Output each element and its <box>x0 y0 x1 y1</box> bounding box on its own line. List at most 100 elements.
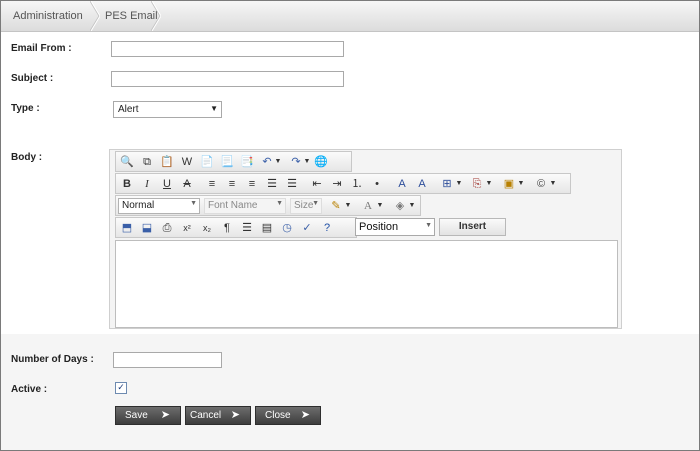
clock-icon[interactable]: ◷ <box>279 220 295 236</box>
editor-toolbar-row-3: Normal ▼ Font Name ▼ Size ▼ ✎ ▼ A ▼ ◈ ▼ <box>115 195 421 216</box>
insert-image-icon[interactable]: ⬒ <box>119 220 135 236</box>
spellcheck-icon[interactable]: ✓ <box>299 220 315 236</box>
chevron-down-icon[interactable]: ▼ <box>455 176 463 192</box>
align-center-icon[interactable]: ≡ <box>224 176 240 192</box>
chevron-down-icon[interactable]: ▼ <box>408 198 416 214</box>
subject-label: Subject : <box>11 73 54 84</box>
insert-object-icon[interactable]: ▣ <box>501 176 517 192</box>
chevron-down-icon: ▼ <box>190 200 197 207</box>
italic-icon[interactable]: I <box>139 176 155 192</box>
breadcrumb: Administration PES Email <box>1 1 699 32</box>
font-name-value: Font Name <box>208 200 258 211</box>
email-from-input[interactable] <box>111 41 344 57</box>
chevron-down-icon[interactable]: ▼ <box>549 176 557 192</box>
type-select-value: Alert <box>118 104 139 115</box>
paste-icon[interactable]: 📋 <box>159 154 175 170</box>
chevron-down-icon[interactable]: ▼ <box>274 154 282 170</box>
paragraph-format-value: Normal <box>122 200 155 211</box>
paste-html-icon[interactable]: 📄 <box>199 154 215 170</box>
editor-toolbar-row-4: ⬒ ⬓ ⎙ x² x₂ ¶ ☰ ▤ ◷ ✓ ? <box>115 217 357 238</box>
hyperlink-icon[interactable]: 🌐 <box>313 154 329 170</box>
rich-text-editor: 🔍 ⧉ 📋 W 📄 📃 📑 ↶ ▼ ↷ ▼ 🌐 B I U A ≡ ≡ ≡ ☰ … <box>109 149 622 329</box>
justify-full-icon[interactable]: ☰ <box>284 176 300 192</box>
highlight-icon[interactable]: ✎ <box>328 198 344 214</box>
cancel-button[interactable]: Cancel ➤ <box>185 406 251 425</box>
chevron-down-icon[interactable]: ▼ <box>485 176 493 192</box>
special-char-icon[interactable]: © <box>533 176 549 192</box>
breadcrumb-item-pes-email[interactable]: PES Email <box>105 1 158 31</box>
insert-button-label: Insert <box>458 221 487 232</box>
table-icon[interactable]: ⊞ <box>439 176 455 192</box>
editor-toolbar-row-1: 🔍 ⧉ 📋 W 📄 📃 📑 ↶ ▼ ↷ ▼ 🌐 <box>115 151 352 172</box>
checkmark-icon: ✓ <box>117 382 125 392</box>
indent-icon[interactable]: ⇥ <box>329 176 345 192</box>
chevron-down-icon[interactable]: ▼ <box>344 198 352 214</box>
number-of-days-label: Number of Days : <box>11 354 94 365</box>
chevron-down-icon: ▼ <box>210 104 218 113</box>
chevron-down-icon: ▼ <box>276 200 283 207</box>
position-select[interactable]: Position ▼ <box>355 218 435 236</box>
find-icon[interactable]: 🔍 <box>119 154 135 170</box>
format-block-icon[interactable]: ¶ <box>219 220 235 236</box>
paste-text-icon[interactable]: 📃 <box>219 154 235 170</box>
chevron-down-icon[interactable]: ▼ <box>376 198 384 214</box>
chevron-down-icon: ▼ <box>425 222 432 229</box>
bullet-list-icon[interactable]: • <box>369 176 385 192</box>
page-break-icon[interactable]: ⎘ <box>469 176 485 192</box>
background-color-icon[interactable]: ◈ <box>392 198 408 214</box>
arrow-right-icon: ➤ <box>160 409 170 421</box>
cancel-button-label: Cancel <box>190 410 222 421</box>
underline-icon[interactable]: U <box>159 176 175 192</box>
strikethrough-icon[interactable]: A <box>179 176 195 192</box>
type-label: Type : <box>11 103 40 114</box>
template-icon[interactable]: ▤ <box>259 220 275 236</box>
paragraph-format-select[interactable]: Normal ▼ <box>118 198 200 214</box>
bold-icon[interactable]: B <box>119 176 135 192</box>
clear-format-icon[interactable]: A <box>414 176 430 192</box>
font-size-select[interactable]: Size ▼ <box>290 198 322 214</box>
active-checkbox[interactable]: ✓ <box>115 382 127 394</box>
insert-button[interactable]: Insert <box>439 218 506 236</box>
align-left-icon[interactable]: ≡ <box>204 176 220 192</box>
print-icon[interactable]: ⎙ <box>159 220 175 236</box>
subscript-icon[interactable]: x₂ <box>199 220 215 236</box>
type-select[interactable]: Alert ▼ <box>113 101 222 118</box>
chevron-down-icon[interactable]: ▼ <box>517 176 525 192</box>
redo-icon[interactable]: ↷ <box>288 154 304 170</box>
font-name-select[interactable]: Font Name ▼ <box>204 198 286 214</box>
subject-input[interactable] <box>111 71 344 87</box>
app-window: Administration PES Email Email From : Su… <box>0 0 700 451</box>
position-select-value: Position <box>359 221 399 233</box>
form-footer-panel <box>1 334 699 450</box>
email-from-label: Email From : <box>11 43 72 54</box>
chevron-down-icon: ▼ <box>312 200 319 207</box>
save-button-label: Save <box>125 410 148 421</box>
number-of-days-input[interactable] <box>113 352 222 368</box>
active-label: Active : <box>11 384 48 395</box>
media-icon[interactable]: ⬓ <box>139 220 155 236</box>
paste-word-icon[interactable]: W <box>179 154 195 170</box>
body-label: Body : <box>11 152 43 163</box>
breadcrumb-item-administration[interactable]: Administration <box>13 1 83 31</box>
numbered-list-icon[interactable]: ⒈ <box>349 176 365 192</box>
align-right-icon[interactable]: ≡ <box>244 176 260 192</box>
breadcrumb-separator-icon <box>90 1 100 31</box>
outdent-icon[interactable]: ⇤ <box>309 176 325 192</box>
close-button-label: Close <box>265 410 291 421</box>
font-color-icon[interactable]: A <box>360 198 376 214</box>
superscript-icon[interactable]: x² <box>179 220 195 236</box>
paste-plain-icon[interactable]: 📑 <box>239 154 255 170</box>
body-editor-area[interactable] <box>115 240 618 328</box>
breadcrumb-separator-icon <box>151 1 161 31</box>
arrow-right-icon: ➤ <box>230 409 240 421</box>
save-button[interactable]: Save ➤ <box>115 406 181 425</box>
close-button[interactable]: Close ➤ <box>255 406 321 425</box>
font-size-value: Size <box>294 200 314 211</box>
list-format-icon[interactable]: ☰ <box>239 220 255 236</box>
undo-icon[interactable]: ↶ <box>259 154 275 170</box>
copy-icon[interactable]: ⧉ <box>139 154 155 170</box>
subscript-format-icon[interactable]: A <box>394 176 410 192</box>
justify-icon[interactable]: ☰ <box>264 176 280 192</box>
help-icon[interactable]: ? <box>319 220 335 236</box>
chevron-down-icon[interactable]: ▼ <box>303 154 311 170</box>
